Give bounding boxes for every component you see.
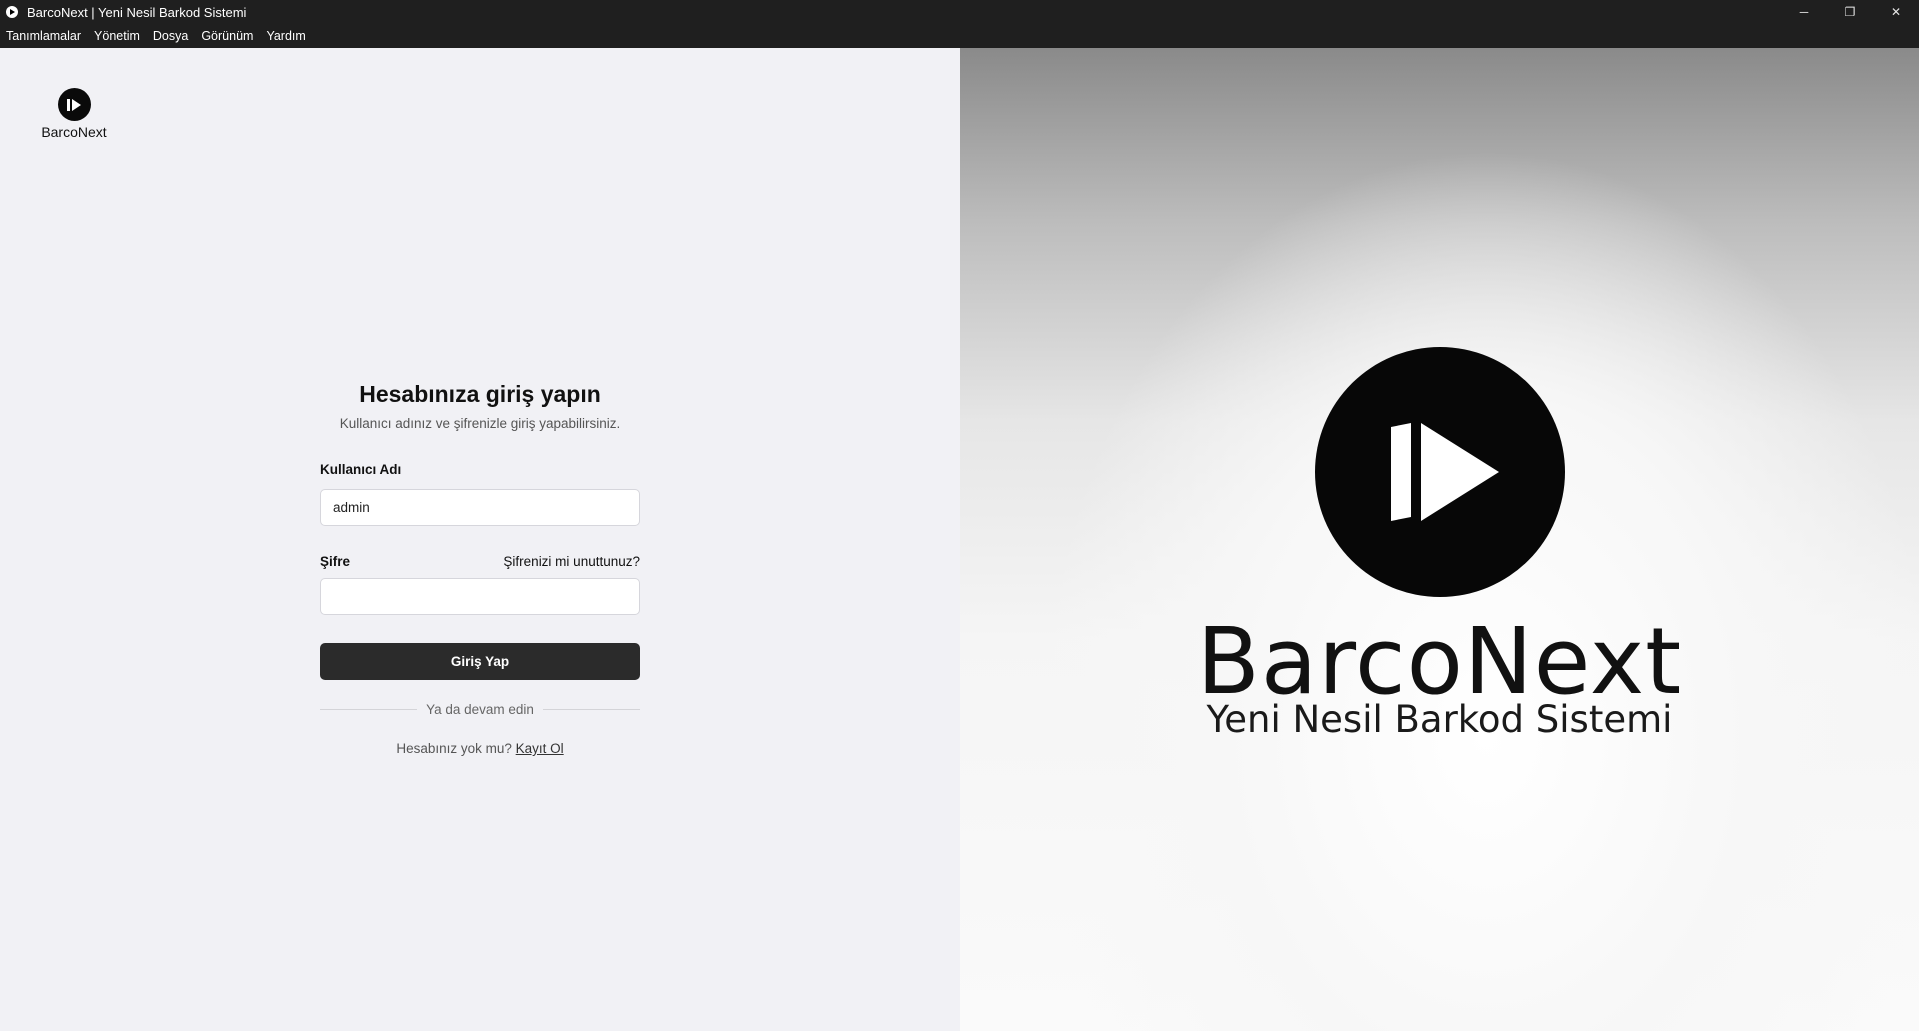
menu-dosya[interactable]: Dosya (153, 29, 188, 43)
menu-gorunum[interactable]: Görünüm (201, 29, 253, 43)
password-label-row: Şifre Şifrenizi mi unuttunuz? (320, 554, 640, 569)
login-form: Hesabınıza giriş yapın Kullanıcı adınız … (320, 381, 641, 756)
divider-text: Ya da devam edin (426, 702, 534, 717)
signup-link[interactable]: Kayıt Ol (516, 741, 564, 756)
forgot-password-link[interactable]: Şifrenizi mi unuttunuz? (503, 554, 640, 569)
login-subtitle: Kullanıcı adınız ve şifrenizle giriş yap… (339, 416, 621, 431)
menu-yonetim[interactable]: Yönetim (94, 29, 140, 43)
login-heading: Hesabınıza giriş yapın (359, 381, 601, 407)
username-input[interactable] (320, 489, 640, 526)
app-logo-icon (6, 6, 18, 18)
window-titlebar: BarcoNext | Yeni Nesil Barkod Sistemi ─ … (0, 0, 1919, 24)
username-label: Kullanıcı Adı (320, 462, 402, 477)
corner-logo[interactable]: BarcoNext (34, 88, 114, 140)
hero-pane: BarcoNext Yeni Nesil Barkod Sistemi (960, 48, 1919, 1031)
hero-play-skip-icon (1315, 347, 1565, 597)
maximize-button[interactable]: ❐ (1827, 0, 1873, 24)
window-controls: ─ ❐ ✕ (1781, 0, 1919, 24)
continue-divider: Ya da devam edin (320, 702, 641, 717)
username-group: Kullanıcı Adı (320, 461, 640, 526)
password-group: Şifre Şifrenizi mi unuttunuz? (320, 554, 640, 615)
login-button[interactable]: Giriş Yap (320, 643, 640, 680)
menu-yardim[interactable]: Yardım (266, 29, 305, 43)
divider-line-right (542, 709, 641, 710)
signup-row: Hesabınız yok mu? Kayıt Ol (320, 741, 640, 756)
close-button[interactable]: ✕ (1873, 0, 1919, 24)
minimize-button[interactable]: ─ (1781, 0, 1827, 24)
menu-tanimlamalar[interactable]: Tanımlamalar (6, 29, 81, 43)
signup-prompt: Hesabınız yok mu? (396, 741, 512, 756)
corner-logo-brand: BarcoNext (41, 124, 107, 140)
divider-line-left (320, 709, 418, 710)
window-title: BarcoNext | Yeni Nesil Barkod Sistemi (27, 4, 247, 20)
play-skip-icon (57, 88, 91, 121)
login-pane: BarcoNext Hesabınıza giriş yapın Kullanı… (0, 48, 960, 1031)
password-label: Şifre (320, 554, 351, 569)
password-input[interactable] (320, 578, 640, 615)
hero-tagline: Yeni Nesil Barkod Sistemi (1206, 698, 1673, 741)
menu-bar: Tanımlamalar Yönetim Dosya Görünüm Yardı… (0, 24, 1919, 48)
